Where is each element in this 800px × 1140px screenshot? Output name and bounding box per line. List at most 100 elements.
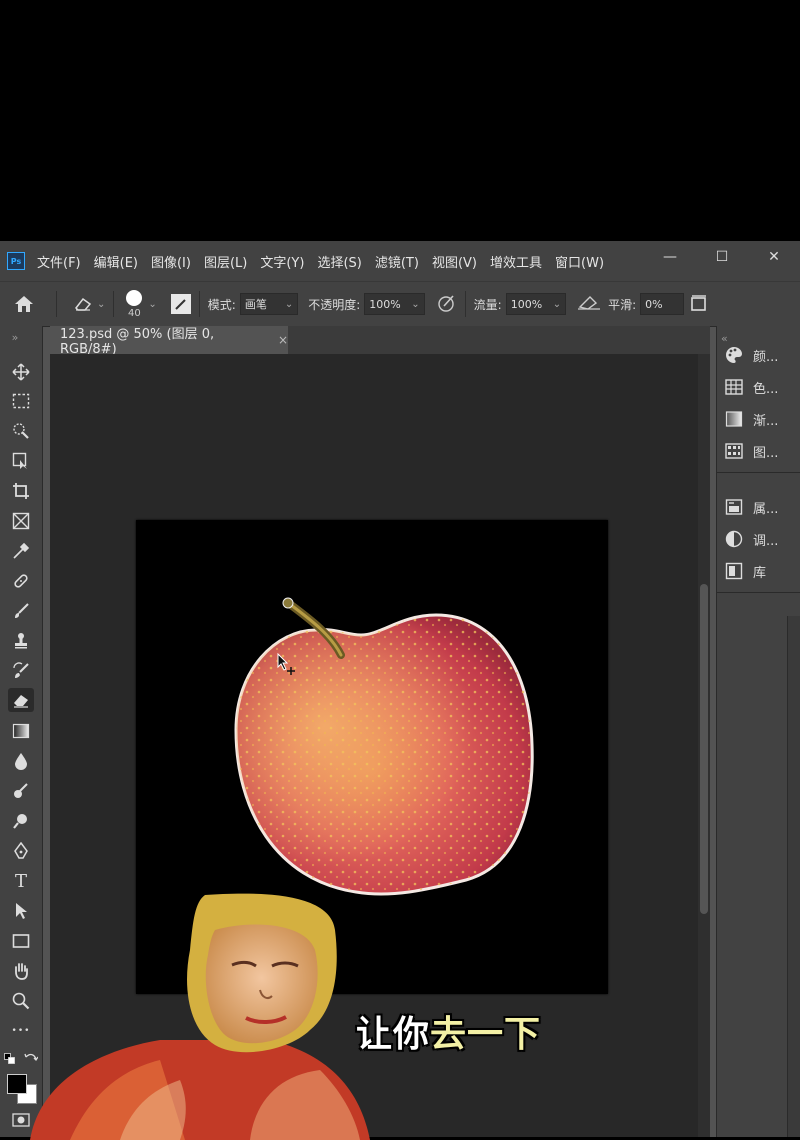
marquee-icon <box>12 393 30 409</box>
collapsed-panel-strip <box>787 616 800 1137</box>
options-bar: ⌄ 40 ⌄ 模式: 画笔 ⌄ 不透明度: 100% ⌄ 流量: 100% ⌄ 平滑:… <box>0 281 800 327</box>
swatches-panel-button[interactable]: 色... <box>725 374 778 400</box>
eraser-tool[interactable] <box>8 688 34 712</box>
collapse-panel-icon[interactable]: » <box>2 331 28 344</box>
mode-value: 画笔 <box>244 298 267 311</box>
properties-panel-label: 属... <box>753 501 779 517</box>
document-tab-title: 123.psd @ 50% (图层 0, RGB/8#) <box>60 327 215 357</box>
subtitle-part-white: 让你 <box>355 1013 431 1056</box>
clone-stamp-tool[interactable] <box>8 629 34 653</box>
properties-panel-button[interactable]: 属... <box>725 494 778 520</box>
flow-label: 流量: <box>473 297 502 312</box>
palette-icon <box>725 346 743 364</box>
bandage-icon <box>14 574 28 588</box>
chevron-down-icon: ⌄ <box>411 298 420 310</box>
divider <box>717 472 800 473</box>
menu-filter[interactable]: 滤镜(T) <box>375 252 419 271</box>
pressure-opacity-button[interactable] <box>437 293 457 316</box>
chevron-down-icon: ⌄ <box>552 298 562 310</box>
move-tool[interactable] <box>8 360 34 384</box>
window-controls: — ☐ ✕ <box>644 241 800 273</box>
symmetry-button[interactable] <box>690 294 708 315</box>
flow-field[interactable]: 100% ⌄ <box>505 293 567 315</box>
quick-selection-tool[interactable] <box>8 419 34 443</box>
menu-select[interactable]: 选择(S) <box>317 252 361 271</box>
eraser-icon <box>14 695 28 708</box>
object-selection-tool[interactable] <box>8 449 34 473</box>
video-subtitle: 让你去一下 <box>355 1005 542 1057</box>
pen-tool[interactable] <box>8 839 34 863</box>
patterns-icon <box>725 442 743 460</box>
adjustments-icon <box>725 530 743 548</box>
menu-file[interactable]: 文件(F) <box>37 252 81 271</box>
maximize-button[interactable]: ☐ <box>696 241 748 273</box>
smoothing-value: 0% <box>645 297 663 311</box>
object-selection-icon <box>12 452 27 469</box>
opacity-label: 不透明度: <box>308 297 361 312</box>
quick-selection-icon <box>13 423 29 439</box>
canvas-vertical-scrollbar[interactable] <box>698 354 710 1137</box>
brush-tool[interactable] <box>8 599 34 623</box>
close-tab-icon[interactable]: × <box>278 333 288 347</box>
smoothing-label: 平滑: <box>608 297 637 312</box>
divider <box>56 291 57 317</box>
eyedropper-tool[interactable] <box>8 539 34 563</box>
mode-dropdown[interactable]: 画笔 ⌄ <box>239 293 299 315</box>
brush-size-value: 40 <box>128 307 141 319</box>
menu-bar: Ps 文件(F) 编辑(E) 图像(I) 图层(L) 文字(Y) 选择(S) 滤… <box>0 241 800 281</box>
properties-icon <box>725 498 743 516</box>
minimize-button[interactable]: — <box>644 241 696 273</box>
sponge-tool[interactable] <box>8 779 34 803</box>
gradient-icon <box>12 723 30 739</box>
libraries-panel-label: 库 <box>753 565 767 581</box>
smudge-icon <box>14 783 28 798</box>
chevron-down-icon: ⌄ <box>284 298 294 310</box>
right-panel-dock: « 颜... 色... 渐... 图... 属... 调... 库 <box>716 326 800 1137</box>
opacity-value: 100% <box>369 297 401 311</box>
gradient-tool[interactable] <box>8 719 34 743</box>
libraries-icon <box>725 562 743 580</box>
close-window-button[interactable]: ✕ <box>748 241 800 273</box>
airbrush-icon <box>578 295 601 310</box>
scrollbar-thumb[interactable] <box>700 584 708 914</box>
brush-settings-button[interactable] <box>170 294 191 314</box>
marquee-tool[interactable] <box>8 389 34 413</box>
healing-brush-tool[interactable] <box>8 569 34 593</box>
video-letterbox-top <box>0 0 800 241</box>
libraries-panel-button[interactable]: 库 <box>725 558 766 584</box>
menu-plugins[interactable]: 增效工具 <box>490 252 542 271</box>
divider <box>464 291 466 317</box>
document-tab-bar: 123.psd @ 50% (图层 0, RGB/8#) × <box>50 326 710 357</box>
patterns-panel-button[interactable]: 图... <box>725 438 778 464</box>
photoshop-logo-icon: Ps <box>7 252 25 270</box>
subtitle-part-highlight: 去一下 <box>429 1013 542 1056</box>
menu-edit[interactable]: 编辑(E) <box>94 252 138 271</box>
tool-preset-picker[interactable]: ⌄ <box>73 296 105 312</box>
home-button[interactable] <box>0 295 48 313</box>
chevron-down-icon[interactable]: ⌄ <box>148 299 156 310</box>
home-icon <box>15 296 33 312</box>
history-brush-tool[interactable] <box>8 659 34 683</box>
gradients-panel-button[interactable]: 渐... <box>725 406 778 432</box>
airbrush-button[interactable] <box>576 293 602 316</box>
brush-preset-picker[interactable]: 40 <box>126 289 143 319</box>
gradient-icon <box>725 410 743 428</box>
divider <box>717 592 800 593</box>
menu-layer[interactable]: 图层(L) <box>204 252 247 271</box>
menu-window[interactable]: 窗口(W) <box>555 252 604 271</box>
smoothing-field[interactable]: 0% <box>640 293 685 315</box>
document-tab[interactable]: 123.psd @ 50% (图层 0, RGB/8#) × <box>50 326 288 357</box>
swatches-icon <box>725 378 743 396</box>
dodge-tool[interactable] <box>8 809 34 833</box>
adjustments-panel-label: 调... <box>753 533 779 549</box>
blur-tool[interactable] <box>8 749 34 773</box>
color-panel-button[interactable]: 颜... <box>725 342 778 368</box>
adjustments-panel-button[interactable]: 调... <box>725 526 778 552</box>
frame-tool[interactable] <box>8 509 34 533</box>
crop-icon <box>13 483 29 499</box>
menu-type[interactable]: 文字(Y) <box>260 252 304 271</box>
menu-view[interactable]: 视图(V) <box>432 252 477 271</box>
menu-image[interactable]: 图像(I) <box>151 252 191 271</box>
crop-tool[interactable] <box>8 479 34 503</box>
opacity-field[interactable]: 100% ⌄ <box>364 293 425 315</box>
